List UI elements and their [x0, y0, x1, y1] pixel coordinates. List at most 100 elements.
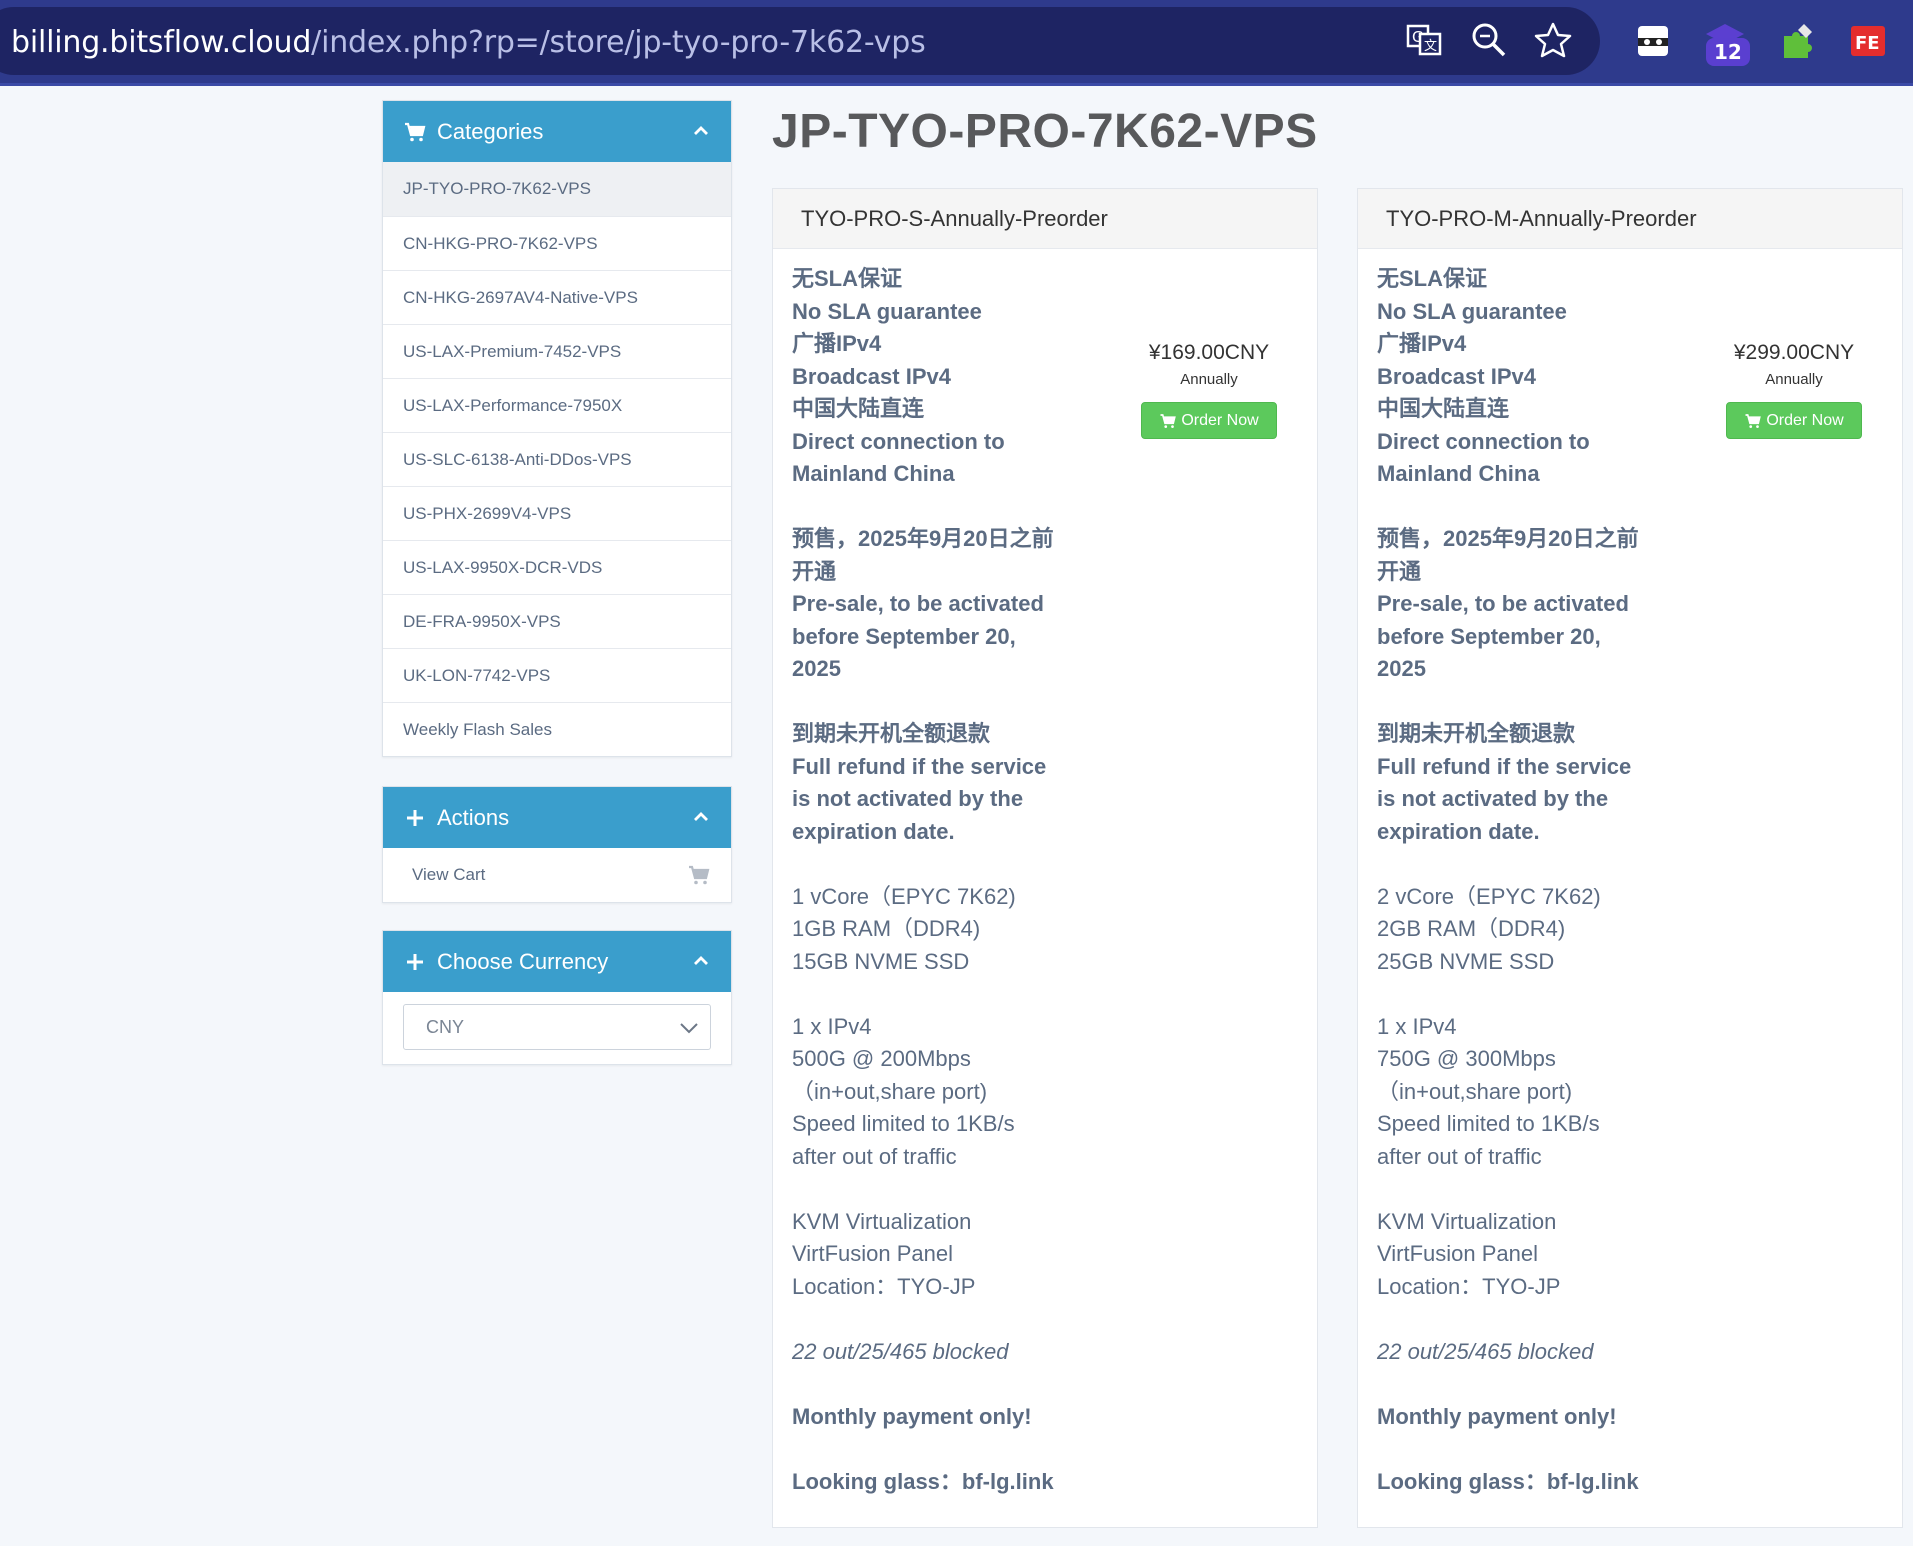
categories-header[interactable]: Categories: [383, 101, 731, 162]
desc-line: expiration date.: [1377, 818, 1540, 844]
category-item-active[interactable]: JP-TYO-PRO-7K62-VPS: [383, 162, 731, 216]
order-now-label: Order Now: [1181, 411, 1259, 429]
currency-selected: CNY: [426, 1016, 465, 1037]
translate-icon[interactable]: G文: [1404, 20, 1444, 60]
category-item[interactable]: Weekly Flash Sales: [383, 702, 731, 756]
product-body: 无SLA保证 No SLA guarantee 广播IPv4 Broadcast…: [773, 249, 1317, 1498]
category-item[interactable]: US-SLC-6138-Anti-DDos-VPS: [383, 432, 731, 486]
category-item[interactable]: UK-LON-7742-VPS: [383, 648, 731, 702]
desc-line: Broadcast IPv4: [1377, 363, 1536, 389]
zoom-icon[interactable]: [1469, 20, 1509, 60]
cart-icon: [687, 863, 711, 887]
desc-line: 预售，2025年9月20日之前: [1377, 526, 1639, 551]
desc-line: VirtFusion Panel: [792, 1241, 954, 1266]
chevron-up-icon[interactable]: [691, 121, 711, 141]
category-item[interactable]: US-PHX-2699V4-VPS: [383, 486, 731, 540]
price-column: ¥299.00CNY Annually Order Now: [1724, 341, 1864, 439]
desc-line: Monthly payment only!: [1377, 1403, 1617, 1429]
categories-title: Categories: [437, 118, 544, 144]
desc-line: after out of traffic: [1377, 1143, 1542, 1169]
desc-line: Broadcast IPv4: [792, 363, 951, 389]
desc-line: 1GB RAM（DDR4): [792, 916, 981, 941]
desc-line: 预售，2025年9月20日之前: [792, 526, 1054, 551]
desc-line: Direct connection to: [792, 428, 1005, 454]
chevron-up-icon[interactable]: [691, 807, 711, 827]
desc-line: 2025: [792, 656, 841, 681]
address-bar[interactable]: billing.bitsflow.cloud/index.php?rp=/sto…: [0, 7, 1600, 75]
desc-line: KVM Virtualization: [1377, 1208, 1557, 1234]
product-description: 无SLA保证 No SLA guarantee 广播IPv4 Broadcast…: [1377, 263, 1677, 1498]
product-description: 无SLA保证 No SLA guarantee 广播IPv4 Broadcast…: [792, 263, 1092, 1498]
category-item[interactable]: CN-HKG-PRO-7K62-VPS: [383, 216, 731, 270]
product-card: TYO-PRO-S-Annually-Preorder 无SLA保证 No SL…: [772, 188, 1318, 1528]
desc-line: 中国大陆直连: [792, 396, 925, 421]
desc-line: Direct connection to: [1377, 428, 1590, 454]
category-item[interactable]: CN-HKG-2697AV4-Native-VPS: [383, 270, 731, 324]
svg-text:文: 文: [1424, 39, 1437, 54]
currency-select-wrap: CNY: [383, 992, 731, 1064]
desc-line: Monthly payment only!: [792, 1403, 1032, 1429]
currency-select[interactable]: CNY: [403, 1004, 711, 1050]
desc-line: 25GB NVME SSD: [1377, 948, 1555, 974]
category-item[interactable]: US-LAX-Performance-7950X: [383, 378, 731, 432]
desc-line: Looking glass：bf-lg.link: [1377, 1468, 1639, 1494]
currency-title: Choose Currency: [437, 948, 609, 974]
currency-header[interactable]: Choose Currency: [383, 931, 731, 992]
desc-line: 无SLA保证: [792, 266, 903, 291]
desc-line: （in+out,share port): [1377, 1078, 1573, 1104]
desc-line: Mainland China: [1377, 461, 1540, 486]
desc-line: Location：TYO-JP: [1377, 1273, 1561, 1299]
product-card: TYO-PRO-M-Annually-Preorder 无SLA保证 No SL…: [1357, 188, 1903, 1528]
desc-line: Speed limited to 1KB/s: [792, 1111, 1015, 1136]
desc-line: 广播IPv4: [792, 331, 882, 356]
actions-panel: Actions View Cart: [382, 786, 732, 903]
desc-line: 广播IPv4: [1377, 331, 1467, 356]
categories-panel: Categories JP-TYO-PRO-7K62-VPS CN-HKG-PR…: [382, 100, 732, 757]
price-column: ¥169.00CNY Annually Order Now: [1139, 341, 1279, 439]
url-host: billing.bitsflow.cloud: [11, 25, 312, 60]
desc-line: is not activated by the: [792, 786, 1024, 811]
desc-line: 1 x IPv4: [1377, 1013, 1457, 1039]
desc-line: before September 20,: [792, 623, 1016, 649]
desc-line: 2025: [1377, 656, 1426, 681]
url-text[interactable]: billing.bitsflow.cloud/index.php?rp=/sto…: [11, 25, 926, 60]
desc-line: 750G @ 300Mbps: [1377, 1046, 1556, 1071]
product-name: TYO-PRO-S-Annually-Preorder: [773, 189, 1317, 249]
desc-line: 无SLA保证: [1377, 266, 1488, 291]
desc-line: 到期未开机全额退款: [792, 721, 991, 746]
product-price: ¥299.00CNY: [1733, 341, 1855, 364]
desc-line: expiration date.: [792, 818, 955, 844]
actions-header[interactable]: Actions: [383, 787, 731, 848]
desc-line: Location：TYO-JP: [792, 1273, 976, 1299]
extension-fe-icon[interactable]: FE: [1845, 18, 1891, 64]
category-item[interactable]: US-LAX-9950X-DCR-VDS: [383, 540, 731, 594]
category-item[interactable]: DE-FRA-9950X-VPS: [383, 594, 731, 648]
bookmark-star-icon[interactable]: [1533, 20, 1573, 60]
extension-puzzle-icon[interactable]: [1774, 18, 1820, 64]
desc-line: 2 vCore（EPYC 7K62): [1377, 883, 1601, 909]
desc-line: 22 out/25/465 blocked: [792, 1338, 1009, 1364]
product-body: 无SLA保证 No SLA guarantee 广播IPv4 Broadcast…: [1358, 249, 1902, 1498]
order-now-button[interactable]: Order Now: [1141, 402, 1277, 439]
order-now-button[interactable]: Order Now: [1726, 402, 1862, 439]
desc-line: Full refund if the service: [1377, 753, 1632, 779]
desc-line: No SLA guarantee: [792, 298, 982, 324]
extension-mask-icon[interactable]: [1630, 18, 1676, 64]
desc-line: Pre-sale, to be activated: [792, 591, 1044, 616]
currency-panel: Choose Currency CNY: [382, 930, 732, 1065]
desc-line: before September 20,: [1377, 623, 1601, 649]
desc-line: VirtFusion Panel: [1377, 1241, 1539, 1266]
category-item[interactable]: US-LAX-Premium-7452-VPS: [383, 324, 731, 378]
cart-icon: [1745, 413, 1762, 428]
desc-line: （in+out,share port): [792, 1078, 988, 1104]
product-name: TYO-PRO-M-Annually-Preorder: [1358, 189, 1902, 249]
desc-line: is not activated by the: [1377, 786, 1609, 811]
chevron-up-icon[interactable]: [691, 951, 711, 971]
desc-line: 中国大陆直连: [1377, 396, 1510, 421]
desc-line: KVM Virtualization: [792, 1208, 972, 1234]
cart-icon: [403, 120, 427, 144]
view-cart-link[interactable]: View Cart: [383, 848, 731, 902]
desc-line: 15GB NVME SSD: [792, 948, 970, 974]
page-title: JP-TYO-PRO-7K62-VPS: [772, 105, 1318, 158]
chevron-down-icon: [678, 1018, 700, 1038]
